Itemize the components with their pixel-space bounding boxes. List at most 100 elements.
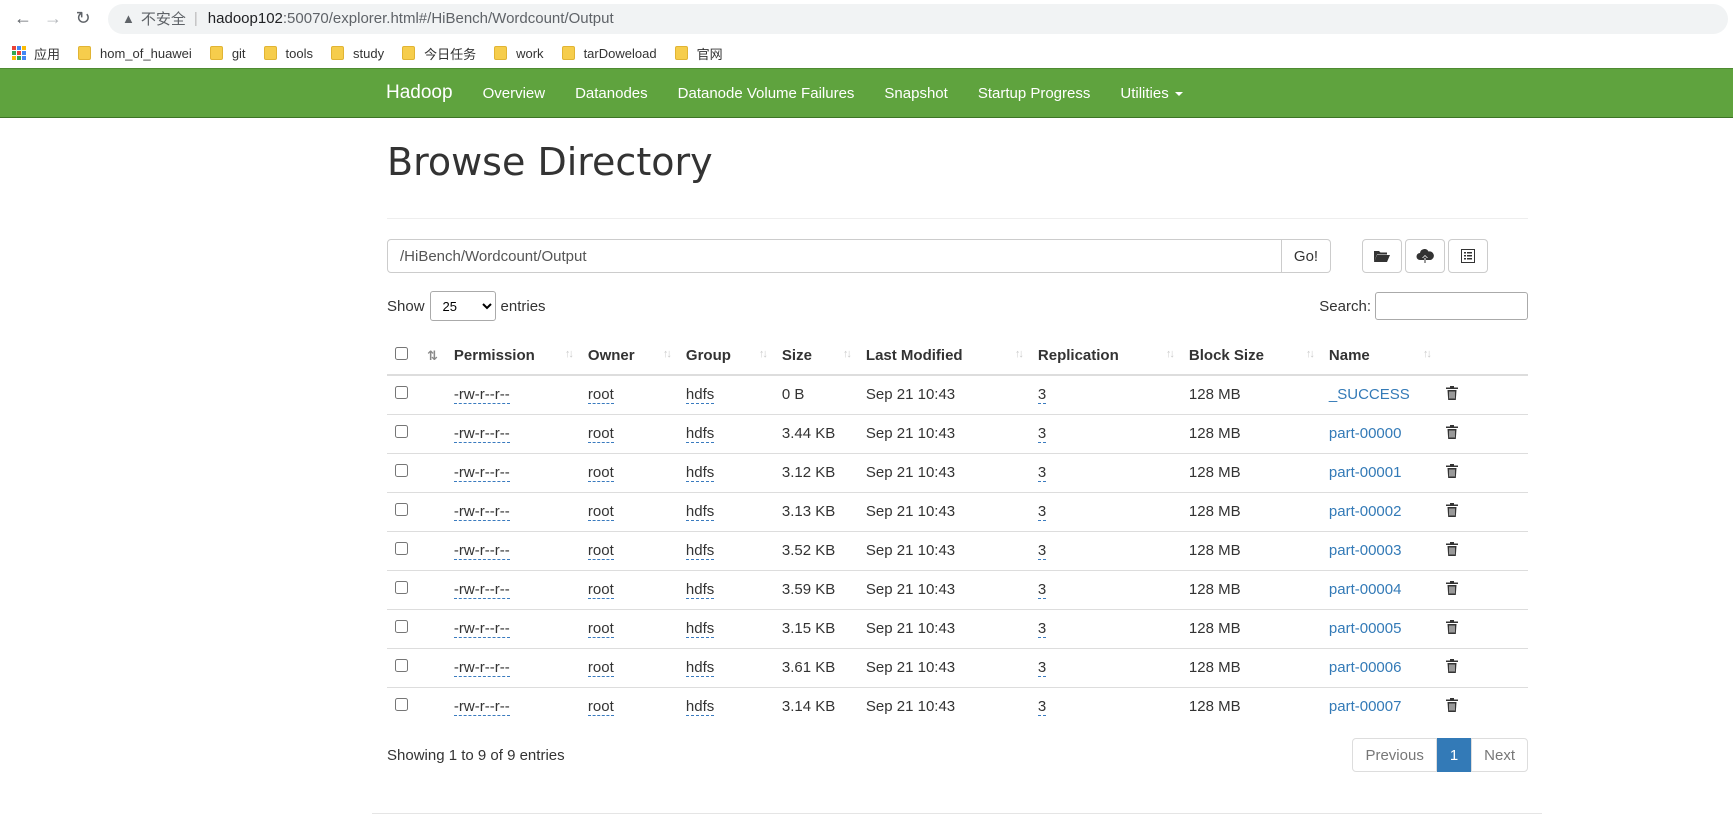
row-checkbox[interactable]	[395, 425, 408, 438]
header-replication[interactable]: Replication ↑↓	[1029, 337, 1181, 376]
header-last-modified[interactable]: Last Modified ↑↓	[857, 337, 1030, 376]
owner-link[interactable]: root	[587, 698, 614, 717]
trash-icon[interactable]	[1445, 541, 1458, 560]
permission-link[interactable]: -rw-r--r--	[453, 659, 510, 677]
bookmark-folder[interactable]: tarDoweload	[561, 46, 657, 61]
bookmark-folder[interactable]: 官网	[674, 44, 723, 63]
page-1-button[interactable]: 1	[1436, 738, 1472, 772]
replication-link[interactable]: 3	[1037, 464, 1047, 482]
bookmark-apps[interactable]: 应用	[12, 44, 60, 63]
group-link[interactable]: hdfs	[685, 464, 715, 482]
group-link[interactable]: hdfs	[685, 659, 715, 677]
replication-link[interactable]: 3	[1037, 386, 1047, 405]
file-name-link[interactable]: part-00004	[1329, 581, 1402, 598]
file-name-link[interactable]: part-00006	[1329, 659, 1402, 676]
file-name-link[interactable]: part-00002	[1329, 503, 1402, 520]
bookmark-folder[interactable]: git	[209, 46, 246, 61]
row-checkbox[interactable]	[395, 503, 408, 516]
row-checkbox[interactable]	[395, 581, 408, 594]
owner-link[interactable]: root	[587, 620, 614, 638]
previous-page-button[interactable]: Previous	[1352, 738, 1437, 772]
header-block-size[interactable]: Block Size ↑↓	[1180, 337, 1321, 376]
owner-link[interactable]: root	[587, 542, 614, 560]
permission-link[interactable]: -rw-r--r--	[453, 425, 510, 443]
trash-icon[interactable]	[1445, 424, 1458, 443]
permission-link[interactable]: -rw-r--r--	[453, 464, 510, 482]
row-checkbox[interactable]	[395, 386, 408, 400]
search-input[interactable]	[1375, 292, 1528, 320]
row-checkbox[interactable]	[395, 464, 408, 477]
address-bar[interactable]: ▲ 不安全 | hadoop102:50070/explorer.html#/H…	[108, 3, 1728, 34]
trash-icon[interactable]	[1445, 463, 1458, 482]
brand-link[interactable]: Hadoop	[386, 82, 453, 104]
replication-link[interactable]: 3	[1037, 425, 1047, 443]
forward-arrow-icon[interactable]: →	[38, 8, 68, 29]
permission-link[interactable]: -rw-r--r--	[453, 620, 510, 638]
trash-icon[interactable]	[1445, 580, 1458, 599]
group-link[interactable]: hdfs	[685, 386, 715, 405]
create-directory-button[interactable]	[1362, 239, 1402, 273]
group-link[interactable]: hdfs	[685, 581, 715, 599]
header-permission[interactable]: Permission ↑↓	[445, 337, 580, 376]
file-name-link[interactable]: part-00003	[1329, 542, 1402, 559]
replication-link[interactable]: 3	[1037, 503, 1047, 521]
nav-volume-failures[interactable]: Datanode Volume Failures	[678, 85, 855, 102]
permission-link[interactable]: -rw-r--r--	[453, 542, 510, 560]
nav-snapshot[interactable]: Snapshot	[884, 85, 947, 102]
file-name-link[interactable]: _SUCCESS	[1329, 386, 1410, 403]
nav-overview[interactable]: Overview	[483, 85, 546, 102]
permission-link[interactable]: -rw-r--r--	[453, 503, 510, 521]
replication-link[interactable]: 3	[1037, 698, 1047, 717]
row-checkbox[interactable]	[395, 659, 408, 672]
permission-link[interactable]: -rw-r--r--	[453, 698, 510, 717]
owner-link[interactable]: root	[587, 386, 614, 405]
entries-per-page-select[interactable]: 25	[429, 291, 496, 321]
group-link[interactable]: hdfs	[685, 425, 715, 443]
permission-link[interactable]: -rw-r--r--	[453, 581, 510, 599]
owner-link[interactable]: root	[587, 659, 614, 677]
nav-datanodes[interactable]: Datanodes	[575, 85, 648, 102]
replication-link[interactable]: 3	[1037, 581, 1047, 599]
upload-button[interactable]	[1405, 239, 1445, 273]
replication-link[interactable]: 3	[1037, 542, 1047, 560]
header-group[interactable]: Group ↑↓	[677, 337, 774, 376]
bookmark-folder[interactable]: tools	[263, 46, 313, 61]
owner-link[interactable]: root	[587, 503, 614, 521]
replication-link[interactable]: 3	[1037, 620, 1047, 638]
file-name-link[interactable]: part-00005	[1329, 620, 1402, 637]
trash-icon[interactable]	[1445, 385, 1458, 404]
header-name[interactable]: Name ↑↓	[1320, 337, 1438, 376]
directory-path-input[interactable]	[387, 239, 1282, 273]
row-checkbox[interactable]	[395, 620, 408, 633]
owner-link[interactable]: root	[587, 425, 614, 443]
next-page-button[interactable]: Next	[1471, 738, 1528, 772]
row-checkbox[interactable]	[395, 698, 408, 712]
group-link[interactable]: hdfs	[685, 503, 715, 521]
go-button[interactable]: Go!	[1282, 239, 1331, 273]
header-owner[interactable]: Owner ↑↓	[579, 337, 678, 376]
select-all-checkbox[interactable]	[395, 347, 408, 360]
bookmark-folder[interactable]: study	[331, 46, 384, 61]
cut-paste-button[interactable]	[1448, 239, 1488, 273]
nav-utilities-dropdown[interactable]: Utilities	[1120, 85, 1183, 102]
group-link[interactable]: hdfs	[685, 542, 715, 560]
reload-icon[interactable]: ↻	[68, 8, 98, 29]
trash-icon[interactable]	[1445, 697, 1458, 716]
file-name-link[interactable]: part-00001	[1329, 464, 1402, 481]
file-name-link[interactable]: part-00007	[1329, 698, 1402, 715]
nav-startup-progress[interactable]: Startup Progress	[978, 85, 1091, 102]
trash-icon[interactable]	[1445, 619, 1458, 638]
replication-link[interactable]: 3	[1037, 659, 1047, 677]
group-link[interactable]: hdfs	[685, 620, 715, 638]
bookmark-folder[interactable]: hom_of_huawei	[78, 46, 192, 61]
owner-link[interactable]: root	[587, 464, 614, 482]
back-arrow-icon[interactable]: ←	[8, 8, 38, 29]
owner-link[interactable]: root	[587, 581, 614, 599]
trash-icon[interactable]	[1445, 502, 1458, 521]
group-link[interactable]: hdfs	[685, 698, 715, 717]
header-size[interactable]: Size ↑↓	[773, 337, 858, 376]
sort-icon-header[interactable]: ⇅	[419, 337, 446, 376]
row-checkbox[interactable]	[395, 542, 408, 555]
trash-icon[interactable]	[1445, 658, 1458, 677]
bookmark-folder[interactable]: work	[494, 46, 544, 61]
